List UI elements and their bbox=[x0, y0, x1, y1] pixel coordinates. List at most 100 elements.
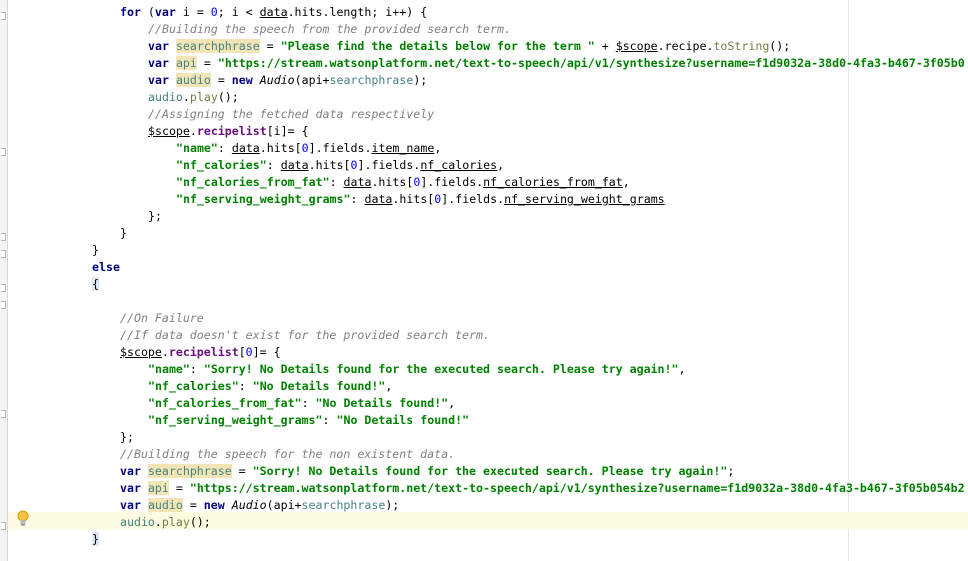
code-token: : bbox=[266, 158, 281, 172]
code-line[interactable]: //Building the speech from the provided … bbox=[148, 21, 511, 38]
code-token: new bbox=[203, 498, 225, 512]
code-token: var bbox=[148, 73, 169, 87]
code-token: (); bbox=[217, 90, 239, 104]
code-line[interactable]: $scope.recipelist[0]= { bbox=[120, 344, 281, 361]
code-line[interactable]: var searchphrase = "Please find the deta… bbox=[148, 38, 790, 55]
code-token: "nf_calories" bbox=[176, 158, 267, 172]
code-token: //Building the speech for the non existe… bbox=[120, 447, 456, 461]
code-line[interactable]: //Building the speech for the non existe… bbox=[120, 446, 455, 463]
code-line[interactable]: } bbox=[92, 242, 99, 259]
code-line[interactable]: "name": data.hits[0].fields.item_name, bbox=[176, 140, 441, 157]
code-token: .hits[ bbox=[259, 141, 302, 155]
code-token: audio bbox=[148, 90, 183, 104]
code-token: . bbox=[189, 124, 197, 138]
code-token: "Sorry! No Details found for the execute… bbox=[252, 464, 728, 478]
code-token: : bbox=[217, 141, 232, 155]
code-token: [ bbox=[238, 345, 246, 359]
code-token: var bbox=[120, 464, 141, 478]
editor-gutter bbox=[0, 0, 8, 561]
code-token: , bbox=[434, 141, 442, 155]
code-line[interactable]: var api = "https://stream.watsonplatform… bbox=[120, 480, 965, 497]
code-token: "Sorry! No Details found for the execute… bbox=[203, 362, 679, 376]
fold-marker-icon[interactable] bbox=[1, 233, 6, 241]
code-line[interactable]: } bbox=[120, 225, 127, 242]
code-token: nf_serving_weight_grams bbox=[504, 192, 665, 206]
code-line[interactable]: var searchphrase = "Sorry! No Details fo… bbox=[120, 463, 734, 480]
code-token: = bbox=[210, 73, 232, 87]
code-token: api bbox=[175, 56, 197, 70]
code-token: , bbox=[448, 396, 456, 410]
fold-marker-icon[interactable] bbox=[1, 301, 6, 309]
code-line[interactable]: for (var i = 0; i < data.hits.length; i+… bbox=[120, 4, 427, 21]
fold-marker-icon[interactable] bbox=[1, 148, 6, 156]
code-line[interactable]: "nf_calories_from_fat": data.hits[0].fie… bbox=[176, 174, 630, 191]
code-token: //Assigning the fetched data respectivel… bbox=[148, 107, 435, 121]
code-token: ; bbox=[727, 464, 735, 478]
code-line[interactable]: "nf_calories": "No Details found!", bbox=[148, 378, 392, 395]
code-token: Audio bbox=[231, 498, 267, 512]
code-line[interactable]: audio.play(); bbox=[148, 89, 239, 106]
code-token: audio bbox=[175, 73, 211, 87]
fold-marker-icon[interactable] bbox=[1, 250, 6, 258]
code-line[interactable]: "name": "Sorry! No Details found for the… bbox=[148, 361, 686, 378]
code-token: i = bbox=[175, 5, 211, 19]
code-token: //Building the speech from the provided … bbox=[148, 22, 511, 36]
code-line[interactable]: audio.play(); bbox=[120, 514, 211, 531]
code-token: "https://stream.watsonplatform.net/text-… bbox=[217, 56, 965, 70]
code-token: "nf_calories_from_fat" bbox=[148, 396, 302, 410]
code-line[interactable]: }; bbox=[148, 208, 162, 225]
code-line[interactable]: "nf_calories": data.hits[0].fields.nf_ca… bbox=[176, 157, 504, 174]
code-token: ].fields. bbox=[357, 158, 421, 172]
code-line[interactable]: else bbox=[92, 259, 120, 276]
fold-marker-icon[interactable] bbox=[1, 410, 6, 418]
code-line[interactable]: //On Failure bbox=[120, 310, 204, 327]
code-token: nf_calories bbox=[420, 158, 498, 172]
code-line[interactable]: }; bbox=[120, 429, 134, 446]
code-line[interactable]: } bbox=[92, 531, 99, 548]
code-line[interactable]: "nf_serving_weight_grams": "No Details f… bbox=[148, 412, 469, 429]
code-token: , bbox=[622, 175, 630, 189]
code-token: Audio bbox=[259, 73, 295, 87]
code-line[interactable]: $scope.recipelist[i]= { bbox=[148, 123, 309, 140]
code-token: recipelist bbox=[196, 124, 267, 138]
code-line[interactable]: "nf_serving_weight_grams": data.hits[0].… bbox=[176, 191, 665, 208]
lightbulb-icon[interactable] bbox=[14, 509, 32, 527]
code-line[interactable]: var api = "https://stream.watsonplatform… bbox=[148, 55, 965, 72]
code-token: data bbox=[343, 175, 372, 189]
code-token: $scope bbox=[615, 39, 658, 53]
code-token: "name" bbox=[176, 141, 218, 155]
code-token: : bbox=[350, 192, 365, 206]
code-token: }; bbox=[148, 209, 162, 223]
code-editor[interactable]: for (var i = 0; i < data.hits.length; i+… bbox=[0, 0, 968, 561]
code-token: .recipe. bbox=[657, 39, 714, 53]
code-token: "nf_serving_weight_grams" bbox=[148, 413, 323, 427]
code-token: "No Details found!" bbox=[315, 396, 449, 410]
fold-marker-icon[interactable] bbox=[1, 522, 6, 530]
code-line[interactable]: { bbox=[92, 276, 99, 293]
code-token: }; bbox=[120, 430, 134, 444]
code-token: = bbox=[196, 56, 218, 70]
code-token: new bbox=[231, 73, 253, 87]
code-token: , bbox=[497, 158, 505, 172]
fold-marker-icon[interactable] bbox=[1, 12, 6, 20]
code-line[interactable]: //Assigning the fetched data respectivel… bbox=[148, 106, 434, 123]
code-line[interactable]: "nf_calories_from_fat": "No Details foun… bbox=[148, 395, 455, 412]
code-token: searchphrase bbox=[147, 464, 232, 478]
code-token: . bbox=[154, 515, 162, 529]
code-line[interactable]: var audio = new Audio(api+searchphrase); bbox=[120, 497, 399, 514]
code-token: else bbox=[92, 260, 120, 274]
fold-marker-icon[interactable] bbox=[1, 284, 6, 292]
code-token: //On Failure bbox=[120, 311, 204, 325]
code-token: "Please find the details below for the t… bbox=[280, 39, 595, 53]
code-token: toString bbox=[713, 39, 770, 53]
code-token: data bbox=[259, 5, 288, 19]
code-line[interactable]: var audio = new Audio(api+searchphrase); bbox=[148, 72, 427, 89]
code-token: ].fields. bbox=[420, 175, 484, 189]
code-line[interactable]: //If data doesn't exist for the provided… bbox=[120, 327, 490, 344]
